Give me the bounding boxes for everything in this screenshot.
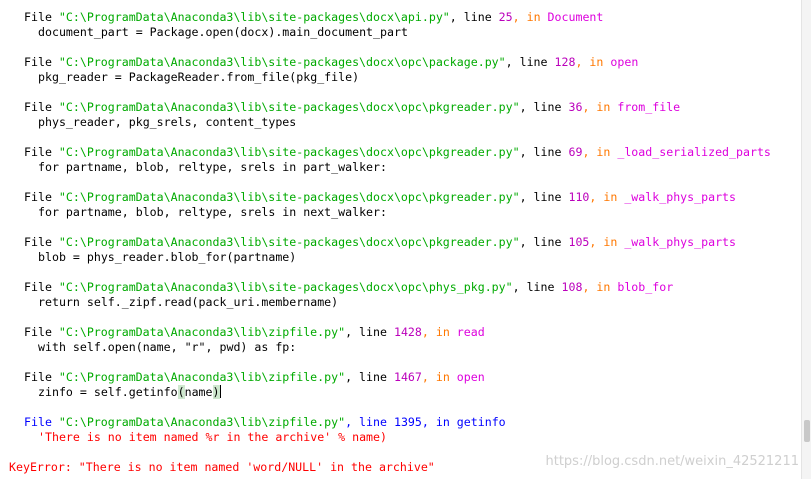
vertical-scrollbar[interactable] bbox=[801, 0, 811, 479]
matched-paren-open: ( bbox=[177, 385, 185, 399]
watermark: https://blog.csdn.net/weixin_42521211 bbox=[545, 454, 799, 469]
error-message: KeyError: "There is no item named 'word/… bbox=[9, 460, 435, 474]
traceback-code-line: phys_reader, pkg_srels, content_types bbox=[38, 115, 297, 129]
matched-paren-close: ) bbox=[212, 385, 220, 399]
traceback-code-line: return self._zipf.read(pack_uri.memberna… bbox=[38, 295, 339, 309]
line-number: 110 bbox=[568, 190, 590, 204]
line-number: 1428 bbox=[393, 325, 422, 339]
traceback-code-line: pkg_reader = PackageReader.from_file(pkg… bbox=[38, 70, 360, 84]
function-name: _walk_phys_parts bbox=[624, 190, 737, 204]
traceback-file-line: File "C:\ProgramData\Anaconda3\lib\site-… bbox=[24, 10, 604, 24]
python-shell-output[interactable]: File "C:\ProgramData\Anaconda3\lib\site-… bbox=[0, 0, 811, 479]
traceback-file-line: File "C:\ProgramData\Anaconda3\lib\site-… bbox=[24, 235, 737, 249]
traceback-code-line: document_part = Package.open(docx).main_… bbox=[38, 25, 408, 39]
function-name: Document bbox=[547, 10, 604, 24]
file-path: "C:\ProgramData\Anaconda3\lib\site-packa… bbox=[58, 145, 520, 159]
traceback-code-line[interactable]: zinfo = self.getinfo(name) bbox=[38, 385, 221, 400]
traceback-file-line: File "C:\ProgramData\Anaconda3\lib\zipfi… bbox=[24, 325, 485, 339]
line-number: 105 bbox=[568, 235, 590, 249]
traceback-code-line: blob = phys_reader.blob_for(partname) bbox=[38, 250, 297, 264]
file-path: "C:\ProgramData\Anaconda3\lib\site-packa… bbox=[58, 55, 506, 69]
line-number: 128 bbox=[554, 55, 576, 69]
traceback-code-line: for partname, blob, reltype, srels in pa… bbox=[38, 160, 388, 174]
file-path: "C:\ProgramData\Anaconda3\lib\site-packa… bbox=[58, 10, 450, 24]
traceback-file-line: File "C:\ProgramData\Anaconda3\lib\site-… bbox=[24, 100, 681, 114]
line-number: 108 bbox=[561, 280, 583, 294]
traceback-code-line: with self.open(name, "r", pwd) as fp: bbox=[38, 340, 297, 354]
line-number: 69 bbox=[568, 145, 583, 159]
file-path: "C:\ProgramData\Anaconda3\lib\zipfile.py… bbox=[58, 415, 346, 429]
line-number: 1395 bbox=[393, 415, 422, 429]
file-path: "C:\ProgramData\Anaconda3\lib\zipfile.py… bbox=[58, 370, 346, 384]
function-name: _load_serialized_parts bbox=[617, 145, 771, 159]
traceback-file-line: File "C:\ProgramData\Anaconda3\lib\site-… bbox=[24, 145, 771, 159]
traceback-file-line: File "C:\ProgramData\Anaconda3\lib\zipfi… bbox=[24, 370, 485, 384]
function-name: open bbox=[456, 370, 485, 384]
file-path: "C:\ProgramData\Anaconda3\lib\zipfile.py… bbox=[58, 325, 346, 339]
file-path: "C:\ProgramData\Anaconda3\lib\site-packa… bbox=[58, 280, 513, 294]
function-name: open bbox=[610, 55, 639, 69]
function-name: _walk_phys_parts bbox=[624, 235, 737, 249]
function-name: blob_for bbox=[617, 280, 674, 294]
traceback-file-line: File "C:\ProgramData\Anaconda3\lib\zipfi… bbox=[24, 415, 506, 429]
line-number: 1467 bbox=[393, 370, 422, 384]
traceback-file-line: File "C:\ProgramData\Anaconda3\lib\site-… bbox=[24, 190, 737, 204]
traceback-code-line: for partname, blob, reltype, srels in ne… bbox=[38, 205, 388, 219]
traceback-file-line: File "C:\ProgramData\Anaconda3\lib\site-… bbox=[24, 280, 674, 294]
text-caret bbox=[219, 385, 221, 398]
traceback-code-line: 'There is no item named %r in the archiv… bbox=[38, 430, 388, 444]
function-name: from_file bbox=[617, 100, 681, 114]
function-name: read bbox=[456, 325, 485, 339]
file-path: "C:\ProgramData\Anaconda3\lib\site-packa… bbox=[58, 190, 520, 204]
function-name: getinfo bbox=[456, 415, 506, 429]
file-path: "C:\ProgramData\Anaconda3\lib\site-packa… bbox=[58, 235, 520, 249]
traceback-file-line: File "C:\ProgramData\Anaconda3\lib\site-… bbox=[24, 55, 639, 69]
file-path: "C:\ProgramData\Anaconda3\lib\site-packa… bbox=[58, 100, 520, 114]
line-number: 36 bbox=[568, 100, 583, 114]
scrollbar-thumb[interactable] bbox=[804, 420, 810, 442]
line-number: 25 bbox=[498, 10, 513, 24]
